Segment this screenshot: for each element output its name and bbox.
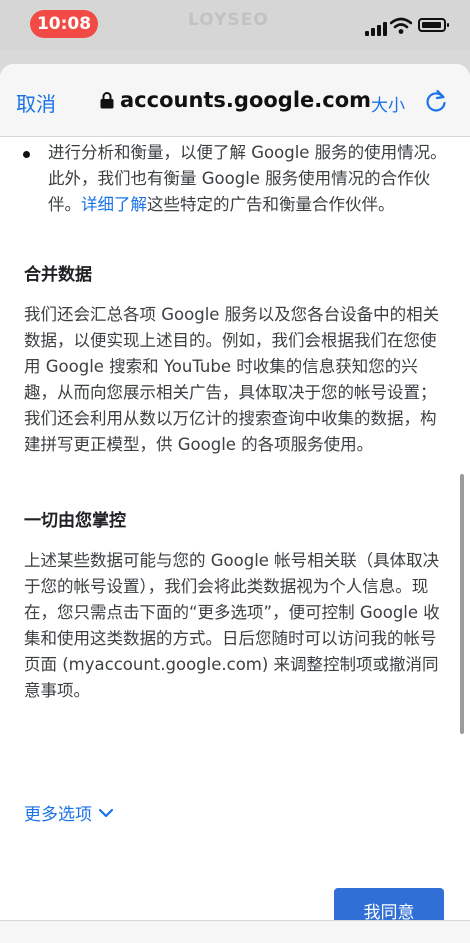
watermark: LOYSEO: [188, 10, 269, 30]
page-content: 进行分析和衡量，以便了解 Google 服务的使用情况。此外，我们也有衡量 Go…: [0, 136, 470, 936]
lock-icon: [100, 92, 114, 109]
cellular-signal-icon: [365, 22, 387, 36]
status-bar: 10:08 LOYSEO: [0, 0, 470, 50]
status-time: 10:08: [30, 10, 98, 38]
reload-icon[interactable]: [424, 88, 448, 114]
bullet-icon: [23, 151, 30, 158]
cancel-button[interactable]: 取消: [16, 88, 56, 117]
battery-icon: [418, 18, 449, 32]
wifi-icon: [390, 17, 412, 34]
url-text: accounts.google.com: [120, 88, 372, 112]
chevron-down-icon: [98, 808, 114, 817]
section-body-control: 上述某些数据可能与您的 Google 帐号相关联（具体取决于您的帐号设置），我们…: [24, 551, 440, 700]
list-item: 进行分析和衡量，以便了解 Google 服务的使用情况。此外，我们也有衡量 Go…: [23, 140, 448, 218]
more-options-link[interactable]: 更多选项: [24, 800, 114, 825]
address-bar[interactable]: accounts.google.com: [100, 88, 371, 112]
bullet-text-tail: 这些特定的广告和衡量合作伙伴。: [147, 195, 395, 214]
section-heading-merge-data: 合并数据: [24, 265, 92, 285]
learn-more-link[interactable]: 详细了解: [81, 195, 147, 214]
bottom-toolbar: [0, 920, 470, 943]
browser-nav-bar: 取消 accounts.google.com 大小: [0, 64, 470, 137]
more-options-label: 更多选项: [24, 805, 92, 825]
section-heading-control: 一切由您掌控: [24, 511, 126, 531]
section-body-merge-data: 我们还会汇总各项 Google 服务以及您各台设备中的相关数据，以便实现上述目的…: [24, 305, 440, 454]
browser-sheet: 取消 accounts.google.com 大小 进行分析和衡量，以便了解 G…: [0, 64, 470, 943]
text-size-button[interactable]: 大小: [371, 91, 405, 116]
scrollbar[interactable]: [460, 474, 464, 734]
